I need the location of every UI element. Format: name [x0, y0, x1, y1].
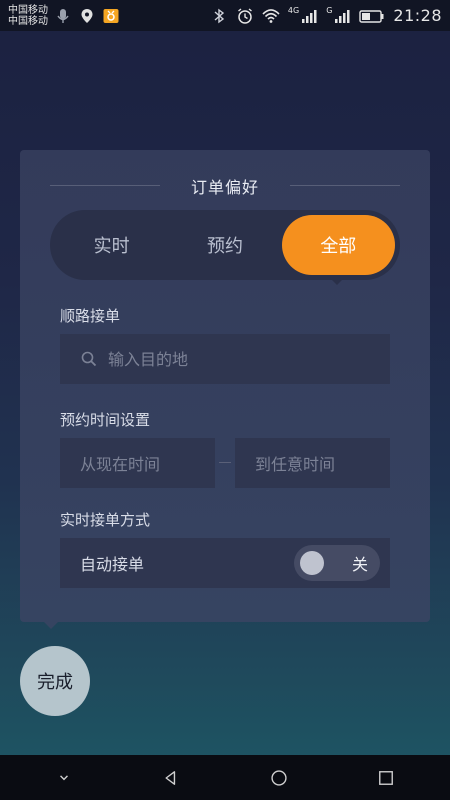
- toggle-knob: [300, 551, 324, 575]
- nav-home-button[interactable]: [257, 756, 301, 800]
- status-left: 中国移动 中国移动: [8, 5, 120, 27]
- time-range-separator: [219, 462, 231, 463]
- toggle-state-text: 关: [351, 555, 368, 574]
- realtime-method-label: 实时接单方式: [60, 511, 151, 529]
- carrier-2: 中国移动: [8, 15, 48, 27]
- status-bar: 中国移动 中国移动 4G G 21:28: [0, 0, 450, 31]
- time-to-field[interactable]: 到任意时间: [235, 438, 390, 488]
- done-button[interactable]: 完成: [20, 646, 90, 716]
- search-icon: [80, 350, 98, 368]
- location-pin-icon: [78, 7, 96, 25]
- microphone-icon: [54, 7, 72, 25]
- title-divider-right: [290, 185, 400, 186]
- battery-icon: [359, 7, 385, 25]
- signal-strength-icon: [333, 7, 351, 25]
- title-divider-left: [50, 185, 160, 186]
- bluetooth-icon: [210, 7, 228, 25]
- card-title-row: 订单偏好: [50, 176, 400, 197]
- nav-collapse-button[interactable]: [42, 756, 86, 800]
- app-notification-icon: [102, 7, 120, 25]
- auto-accept-row: 自动接单 关: [60, 538, 390, 588]
- network-type-2: G: [326, 5, 333, 15]
- nav-back-button[interactable]: [149, 756, 193, 800]
- card-title: 订单偏好: [190, 178, 259, 197]
- card-pointer: [44, 622, 58, 629]
- carrier-1: 中国移动: [8, 4, 48, 16]
- order-preference-card: 订单偏好 实时 预约 全部 顺路接单 预约时间设置 从现在时间 到任意时间 实时…: [20, 150, 430, 629]
- status-right: 4G G 21:28: [210, 6, 442, 25]
- carrier-names: 中国移动 中国移动: [8, 5, 48, 27]
- auto-accept-toggle[interactable]: 关: [294, 545, 380, 581]
- status-time: 21:28: [393, 6, 442, 25]
- signal-group-1: 4G: [287, 5, 318, 25]
- home-circle-icon: [270, 769, 288, 787]
- segment-all[interactable]: 全部: [281, 215, 395, 275]
- route-section-label: 顺路接单: [60, 307, 121, 325]
- time-from-field[interactable]: 从现在时间: [60, 438, 215, 488]
- order-type-segmented-control: 实时 预约 全部: [50, 210, 400, 280]
- booking-time-label: 预约时间设置: [60, 411, 151, 429]
- destination-search-field[interactable]: [60, 334, 390, 384]
- chevron-down-icon: [55, 769, 73, 787]
- segment-realtime[interactable]: 实时: [55, 215, 168, 275]
- wifi-icon: [262, 7, 280, 25]
- system-nav-bar: [0, 755, 450, 800]
- alarm-icon: [236, 7, 254, 25]
- segment-booking[interactable]: 预约: [168, 215, 281, 275]
- network-type-1: 4G: [287, 5, 300, 15]
- nav-recents-button[interactable]: [364, 756, 408, 800]
- signal-strength-icon: [300, 7, 318, 25]
- signal-group-2: G: [326, 5, 351, 25]
- auto-accept-label: 自动接单: [80, 555, 145, 574]
- segment-pointer: [330, 278, 344, 285]
- destination-input[interactable]: [108, 349, 368, 369]
- recents-square-icon: [377, 769, 395, 787]
- back-triangle-icon: [162, 769, 180, 787]
